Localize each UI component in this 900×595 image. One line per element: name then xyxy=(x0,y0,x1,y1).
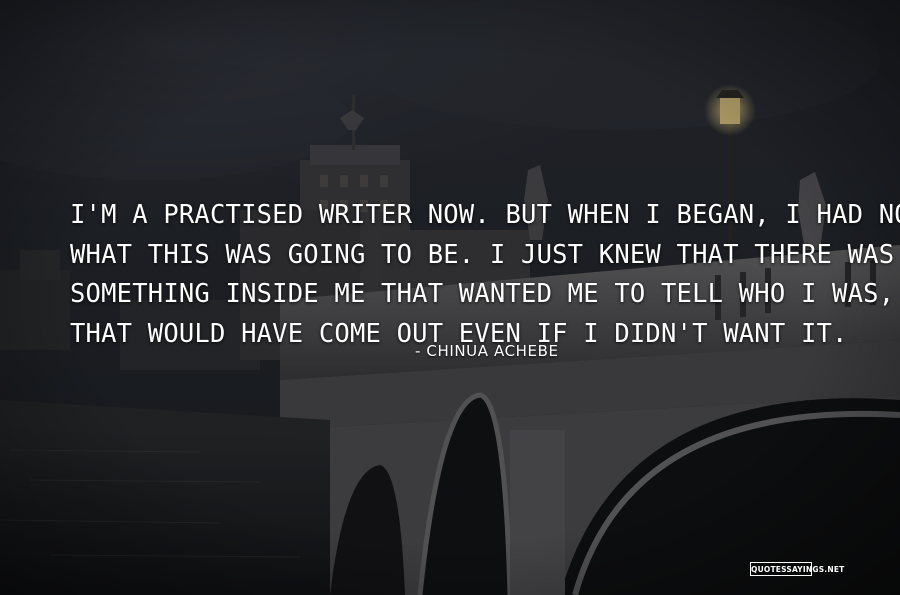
quote-line: I'M A PRACTISED WRITER NOW. BUT WHEN I B… xyxy=(70,200,900,230)
quote-line: WHAT THIS WAS GOING TO BE. I JUST KNEW T… xyxy=(70,239,895,270)
quote-author: - CHINUA ACHEBE xyxy=(415,342,559,360)
quote-image: I'M A PRACTISED WRITER NOW. BUT WHEN I B… xyxy=(0,0,900,595)
quote-text: I'M A PRACTISED WRITER NOW. BUT WHEN I B… xyxy=(70,196,900,354)
quote-line: SOMETHING INSIDE ME THAT WANTED ME TO TE… xyxy=(70,279,900,309)
site-watermark: QUOTESSAYINGS.NET xyxy=(750,562,844,576)
